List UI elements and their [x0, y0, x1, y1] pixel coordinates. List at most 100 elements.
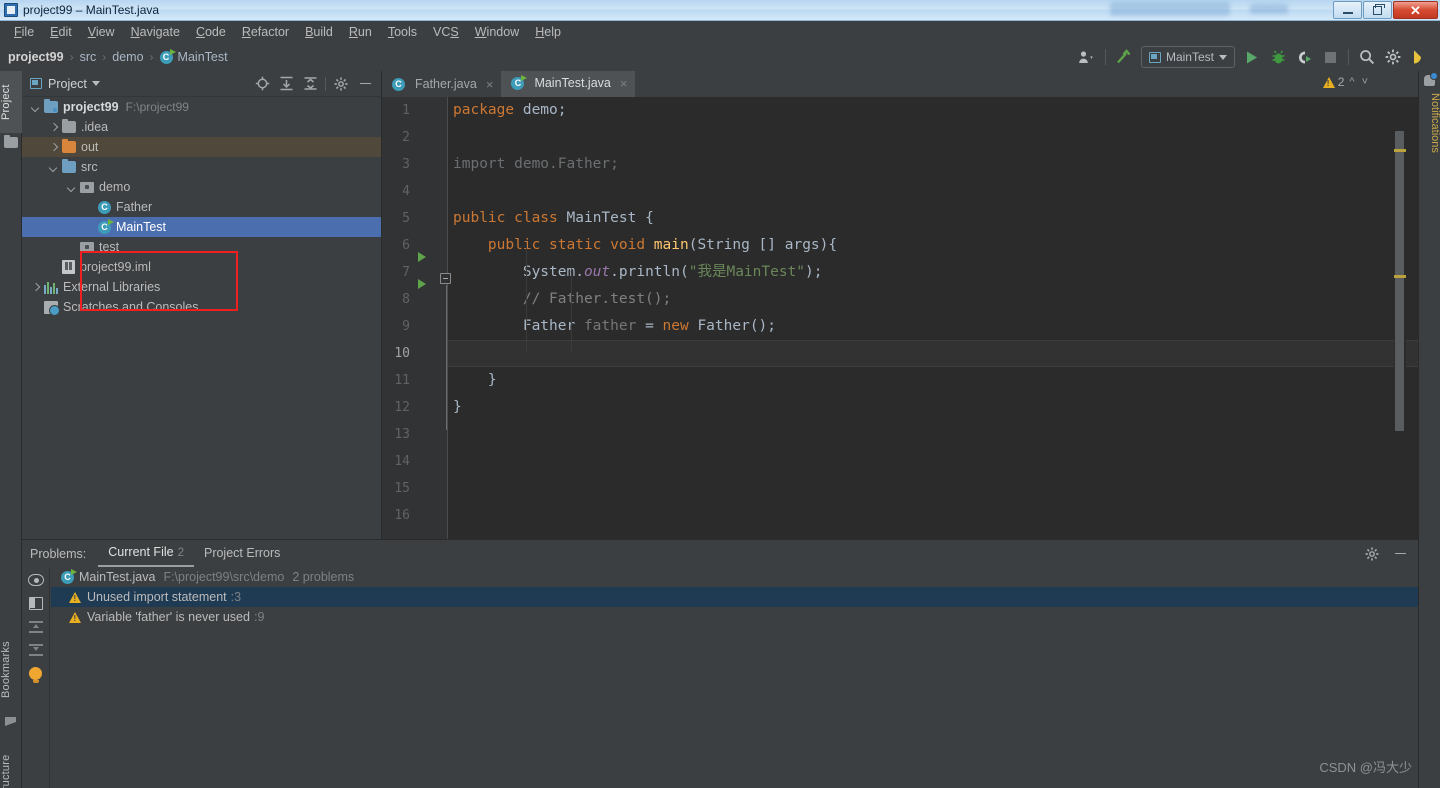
chevron-down-icon[interactable] [48, 161, 60, 173]
tree-node-project99-iml[interactable]: project99.iml [22, 257, 381, 277]
tree-node-demo[interactable]: demo [22, 177, 381, 197]
tree-node-external-libraries[interactable]: External Libraries [22, 277, 381, 297]
prev-problem-chevron-up-icon[interactable]: ^ [1347, 76, 1356, 88]
settings-gear-icon[interactable] [1380, 45, 1406, 69]
problems-tab-current-file[interactable]: Current File 2 [98, 540, 194, 567]
hide-minimize-icon[interactable] [353, 73, 377, 95]
tree-node--idea[interactable]: .idea [22, 117, 381, 137]
close-button[interactable]: ✕ [1393, 1, 1438, 19]
code-line-8[interactable]: // Father.test(); [448, 286, 1418, 313]
split-view-icon[interactable] [28, 597, 43, 610]
sidebar-tab-notifications[interactable]: Notifications [1419, 75, 1440, 159]
tree-node-maintest[interactable]: C MainTest [22, 217, 381, 237]
locate-target-icon[interactable] [250, 73, 274, 95]
chevron-right-icon[interactable] [48, 141, 60, 153]
debug-icon[interactable] [1265, 45, 1291, 69]
breadcrumb-item-demo[interactable]: demo [112, 50, 143, 64]
run-with-coverage-icon[interactable] [1291, 45, 1317, 69]
minimize-button[interactable] [1333, 1, 1362, 19]
menu-item-run[interactable]: Run [341, 23, 380, 41]
menu-item-view[interactable]: View [80, 23, 123, 41]
user-account-icon[interactable] [1074, 45, 1100, 69]
editor-tab-father-java[interactable]: C Father.java × [382, 71, 501, 97]
project-view-chevron-down-icon[interactable] [91, 81, 100, 86]
code-line-10[interactable] [448, 340, 1418, 367]
gutter-warning-marker-import[interactable] [1394, 149, 1406, 152]
settings-gear-icon[interactable] [1360, 543, 1384, 565]
menu-item-navigate[interactable]: Navigate [123, 23, 188, 41]
expand-all-icon[interactable] [28, 644, 43, 656]
run-gutter-icon-class[interactable] [418, 252, 426, 262]
chevron-down-icon[interactable] [30, 101, 42, 113]
preview-eye-icon[interactable] [27, 574, 44, 586]
sidebar-tab-structure[interactable]: Structure [0, 743, 22, 788]
search-everywhere-icon[interactable] [1354, 45, 1380, 69]
sidebar-tab-bookmarks[interactable]: Bookmarks [0, 629, 22, 711]
stop-icon[interactable] [1317, 45, 1343, 69]
problems-tab-project-errors[interactable]: Project Errors [194, 541, 290, 566]
editor-tab-maintest-java[interactable]: C MainTest.java × [501, 71, 636, 97]
editor-scrollbar[interactable] [1394, 123, 1406, 539]
expand-all-icon[interactable] [274, 73, 298, 95]
code-line-4[interactable] [448, 178, 1418, 205]
menu-item-file[interactable]: File [6, 23, 42, 41]
next-problem-chevron-down-icon[interactable]: ˅ [1360, 76, 1370, 88]
run-icon[interactable] [1239, 45, 1265, 69]
build-hammer-icon[interactable] [1111, 45, 1137, 69]
menu-item-help[interactable]: Help [527, 23, 569, 41]
inspection-status-widget[interactable]: 2 ^ ˅ [1322, 75, 1370, 89]
code-line-3[interactable]: import demo.Father; [448, 151, 1418, 178]
code-line-12[interactable]: } [448, 394, 1418, 421]
hide-minimize-icon[interactable] [1388, 543, 1412, 565]
scrollbar-thumb[interactable] [1395, 131, 1404, 431]
menu-item-refactor[interactable]: Refactor [234, 23, 297, 41]
run-gutter-icon-main[interactable] [418, 279, 426, 289]
code-line-16[interactable] [448, 502, 1418, 529]
close-icon[interactable]: × [486, 77, 494, 92]
tree-node-src[interactable]: src [22, 157, 381, 177]
collapse-all-icon[interactable] [298, 73, 322, 95]
code-editor[interactable]: 1 2 3 4 5 6 7 8 9 10 11 12 13 14 15 16 package demo; im… [382, 97, 1418, 539]
problem-row[interactable]: Unused import statement:3 [51, 587, 1418, 607]
menu-item-edit[interactable]: Edit [42, 23, 80, 41]
tree-node-scratches-and-consoles[interactable]: Scratches and Consoles [22, 297, 381, 317]
breadcrumb-item-project99[interactable]: project99 [8, 50, 64, 64]
breadcrumb-item-maintest[interactable]: C MainTest [159, 48, 228, 64]
breadcrumb-item-src[interactable]: src [80, 50, 97, 64]
ide-assistant-icon[interactable] [1406, 45, 1432, 69]
chevron-right-icon[interactable] [30, 281, 42, 293]
chevron-right-icon[interactable] [48, 121, 60, 133]
code-line-13[interactable] [448, 421, 1418, 448]
menu-item-tools[interactable]: Tools [380, 23, 425, 41]
menu-item-vcs[interactable]: VCS [425, 23, 467, 41]
editor-gutter[interactable]: 1 2 3 4 5 6 7 8 9 10 11 12 13 14 15 16 [382, 97, 451, 539]
code-text[interactable]: package demo; import demo.Father; public… [448, 97, 1418, 539]
menu-item-build[interactable]: Build [297, 23, 341, 41]
menu-item-window[interactable]: Window [467, 23, 527, 41]
tree-node-project99[interactable]: project99 F:\project99 [22, 97, 381, 117]
maximize-button[interactable] [1363, 1, 1392, 19]
code-line-1[interactable]: package demo; [448, 97, 1418, 124]
run-configuration-selector[interactable]: MainTest [1140, 46, 1235, 68]
menu-item-code[interactable]: Code [188, 23, 234, 41]
code-line-14[interactable] [448, 448, 1418, 475]
settings-gear-icon[interactable] [329, 73, 353, 95]
tree-node-out[interactable]: out [22, 137, 381, 157]
chevron-down-icon[interactable] [66, 181, 78, 193]
gutter-warning-marker-variable[interactable] [1394, 275, 1406, 278]
code-line-11[interactable]: } [448, 367, 1418, 394]
problem-row[interactable]: Variable 'father' is never used:9 [51, 607, 1418, 627]
problems-file-header[interactable]: C MainTest.java F:\project99\src\demo 2 pro… [51, 567, 1418, 587]
tree-node-test[interactable]: test [22, 237, 381, 257]
inspection-bulb-icon[interactable] [29, 667, 42, 683]
code-line-5[interactable]: public class MainTest { [448, 205, 1418, 232]
code-line-15[interactable] [448, 475, 1418, 502]
code-line-7[interactable]: System.out.println("我是MainTest"); [448, 259, 1418, 286]
code-line-2[interactable] [448, 124, 1418, 151]
collapse-all-icon[interactable] [28, 621, 43, 633]
tree-node-father[interactable]: C Father [22, 197, 381, 217]
code-line-6[interactable]: public static void main(String [] args){ [448, 232, 1418, 259]
sidebar-tab-project[interactable]: Project [0, 71, 22, 133]
code-line-9[interactable]: Father father = new Father(); [448, 313, 1418, 340]
close-icon[interactable]: × [620, 76, 628, 91]
